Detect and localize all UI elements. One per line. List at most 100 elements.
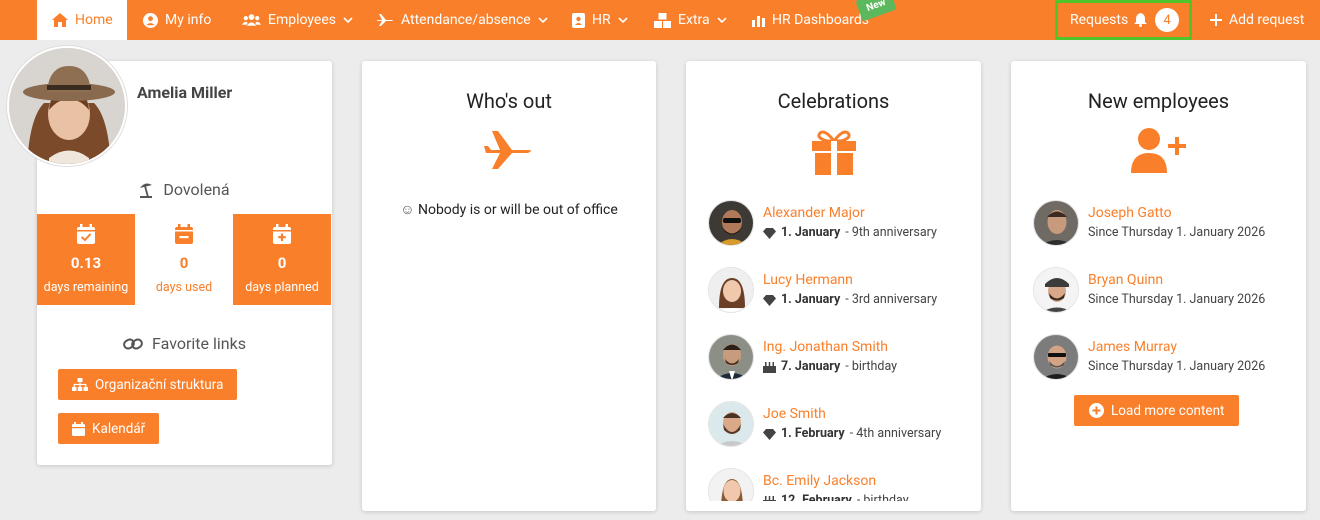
avatar (708, 334, 754, 380)
celebration-name[interactable]: Lucy Hermann (763, 270, 937, 290)
avatar (708, 401, 754, 447)
add-request-label: Add request (1229, 12, 1305, 28)
link-icon (123, 338, 143, 349)
avatar (1033, 267, 1079, 313)
profile-avatar[interactable] (7, 46, 127, 166)
nav-my-info-label: My info (165, 12, 212, 28)
new-employee-since: Since Thursday 1. January 2026 (1088, 359, 1266, 374)
nav-home-label: Home (75, 12, 113, 28)
calendar-minus-icon (175, 224, 193, 244)
requests-button[interactable]: Requests 4 (1055, 0, 1192, 40)
avatar (708, 468, 754, 501)
chevron-down-icon (343, 17, 353, 23)
users-icon (242, 14, 261, 26)
celebration-row[interactable]: Joe Smith 1. February - 4th anniversary (708, 401, 941, 447)
sitemap-icon (72, 378, 88, 391)
profile-name: Amelia Miller (137, 83, 233, 102)
chevron-down-icon (618, 17, 628, 23)
cubes-icon (654, 12, 671, 28)
add-request-button[interactable]: Add request (1210, 0, 1304, 40)
celebration-date: 1. January (781, 292, 841, 307)
celebration-name[interactable]: Joe Smith (763, 404, 941, 424)
nav-hr-label: HR (592, 12, 611, 28)
chevron-down-icon (717, 17, 727, 23)
celebration-row[interactable]: Alexander Major 1. January - 9th annivers… (708, 200, 937, 246)
new-employee-since: Since Thursday 1. January 2026 (1088, 225, 1266, 240)
avatar (708, 267, 754, 313)
load-more-button[interactable]: Load more content (1074, 395, 1240, 426)
celebration-row[interactable]: Bc. Emily Jackson 12. February - birthday (708, 468, 909, 501)
celebration-name[interactable]: Ing. Jonathan Smith (763, 337, 897, 357)
calendar-plus-icon (273, 224, 291, 244)
umbrella-beach-icon (140, 183, 153, 198)
whos-out-empty-text: Nobody is or will be out of office (417, 202, 618, 218)
nav-attendance[interactable]: Attendance/absence (376, 0, 548, 40)
smile-icon: ☺ (400, 202, 415, 218)
nav-extra[interactable]: Extra (654, 0, 727, 40)
stat-value: 0.13 (70, 254, 102, 272)
link-calendar-button[interactable]: Kalendář (58, 413, 160, 444)
celebration-date: 12. February (781, 493, 852, 501)
plus-circle-icon (1089, 403, 1104, 418)
stat-label: days planned (245, 280, 319, 295)
diamond-icon (763, 294, 776, 306)
whos-out-title: Who's out (466, 89, 552, 113)
id-card-icon (572, 12, 585, 28)
celebration-name[interactable]: Alexander Major (763, 203, 937, 223)
stat-value: 0 (277, 254, 287, 272)
celebration-note: - birthday (845, 359, 898, 374)
nav-extra-label: Extra (678, 12, 710, 28)
whos-out-empty: ☺ Nobody is or will be out of office (362, 201, 656, 218)
whos-out-card: Who's out ☺ Nobody is or will be out of … (362, 61, 656, 511)
celebration-note: - 3rd anniversary (845, 292, 938, 307)
new-employee-row[interactable]: Joseph Gatto Since Thursday 1. January 2… (1033, 200, 1265, 246)
requests-label: Requests (1070, 12, 1129, 28)
celebration-date: 1. February (781, 426, 845, 441)
celebration-note: - 9th anniversary (845, 225, 937, 240)
new-employee-name[interactable]: James Murray (1088, 337, 1265, 357)
link-label: Kalendář (92, 420, 146, 437)
stat-days-planned: 0 days planned (233, 214, 331, 305)
new-employee-row[interactable]: Bryan Quinn Since Thursday 1. January 20… (1033, 267, 1265, 313)
nav-my-info[interactable]: My info (143, 0, 211, 40)
nav-hr[interactable]: HR (572, 0, 628, 40)
stat-label: days used (155, 280, 213, 295)
celebration-date: 7. January (781, 359, 841, 374)
leave-type-label: Dovolená (163, 180, 230, 199)
calendar-icon (72, 421, 85, 436)
celebration-note: - 4th anniversary (849, 426, 942, 441)
nav-dashboards[interactable]: HR Dashboards (752, 0, 869, 40)
celebration-note: - birthday (856, 493, 909, 501)
stat-label: days remaining (43, 280, 129, 295)
link-label: Organizační struktura (95, 376, 224, 393)
new-employee-row[interactable]: James Murray Since Thursday 1. January 2… (1033, 334, 1265, 380)
celebration-row[interactable]: Lucy Hermann 1. January - 3rd anniversary (708, 267, 937, 313)
new-employee-name[interactable]: Joseph Gatto (1088, 203, 1265, 223)
avatar (1033, 200, 1079, 246)
home-icon (52, 13, 68, 27)
new-employees-title: New employees (1087, 89, 1230, 113)
bell-icon (1134, 13, 1148, 27)
celebration-row[interactable]: Ing. Jonathan Smith 7. January - birthday (708, 334, 897, 380)
celebration-name[interactable]: Bc. Emily Jackson (763, 471, 909, 491)
plane-icon (484, 131, 531, 169)
new-employees-icon-wrap (1011, 127, 1306, 173)
new-employee-name[interactable]: Bryan Quinn (1088, 270, 1265, 290)
user-circle-icon (143, 12, 158, 28)
nav-employees[interactable]: Employees (242, 0, 353, 40)
celebration-date: 1. January (781, 225, 841, 240)
celebration-row-clip: Bc. Emily Jackson 12. February - birthday (686, 461, 981, 501)
nav-home[interactable]: Home (37, 0, 127, 40)
top-navbar: Home My info Employees Attendance/absenc… (0, 0, 1320, 40)
whos-out-icon-wrap (362, 127, 656, 173)
new-badge: New (855, 0, 897, 22)
diamond-icon (763, 428, 776, 440)
plus-icon (1210, 14, 1222, 26)
link-org-structure-button[interactable]: Organizační struktura (58, 369, 238, 400)
calendar-check-icon (77, 224, 95, 244)
birthday-cake-icon (763, 496, 776, 501)
chevron-down-icon (538, 17, 548, 23)
requests-count-badge: 4 (1155, 8, 1180, 32)
leave-section-title: Dovolená (37, 180, 332, 199)
stat-value: 0 (179, 254, 189, 272)
